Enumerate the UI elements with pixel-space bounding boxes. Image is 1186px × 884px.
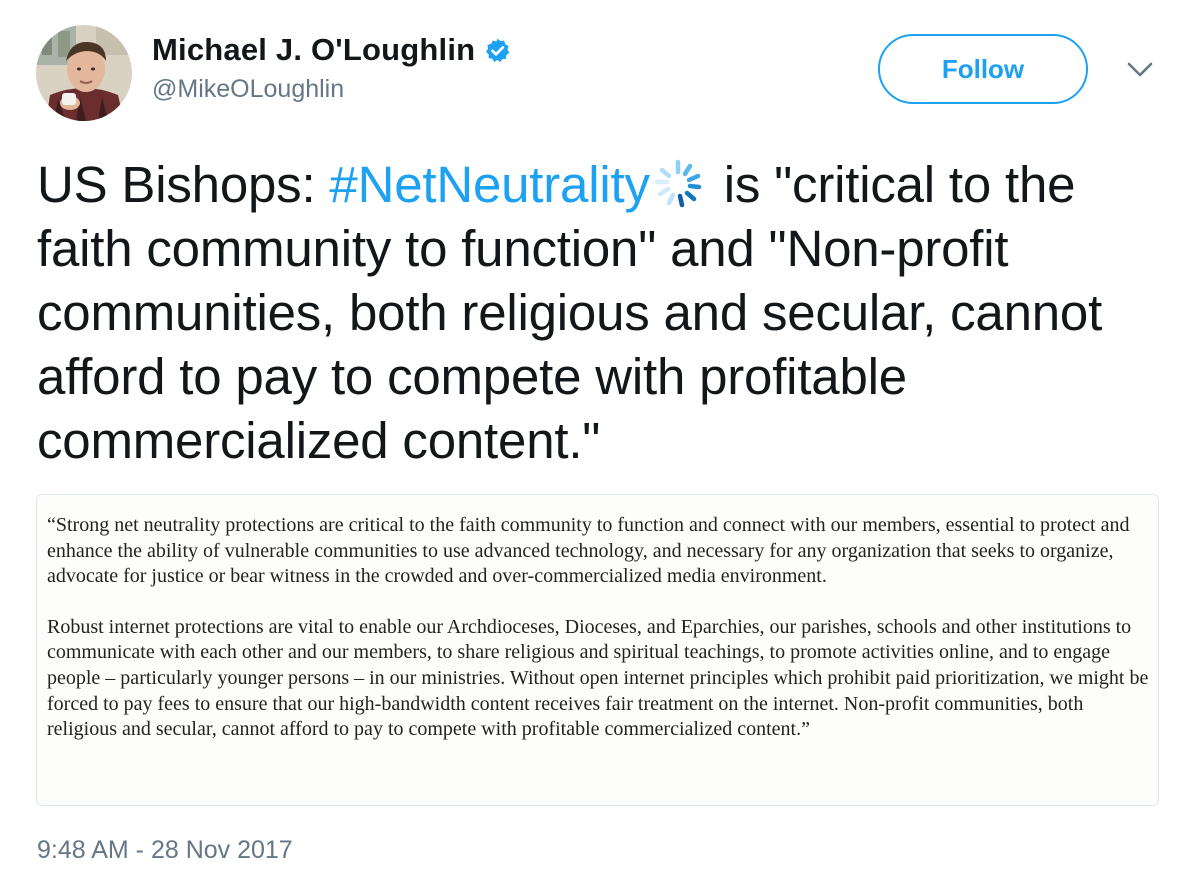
hashtag-link[interactable]: #NetNeutrality xyxy=(329,156,650,213)
chevron-down-icon[interactable] xyxy=(1124,58,1156,82)
tweet-timestamp[interactable]: 9:48 AM - 28 Nov 2017 xyxy=(37,836,293,865)
display-name[interactable]: Michael J. O'Loughlin xyxy=(152,32,475,68)
tweet-text-intro: US Bishops: xyxy=(37,156,330,213)
verified-badge-icon xyxy=(484,37,511,64)
follow-button[interactable]: Follow xyxy=(878,34,1088,104)
user-handle[interactable]: @MikeOLoughlin xyxy=(152,75,511,104)
statement-paragraph-2: Robust internet protections are vital to… xyxy=(47,615,1149,741)
tweet-container: Michael J. O'Loughlin @MikeOLoughlin Fol… xyxy=(0,0,1186,884)
user-block: Michael J. O'Loughlin @MikeOLoughlin xyxy=(152,28,511,104)
avatar[interactable] xyxy=(36,25,132,121)
avatar-photo xyxy=(36,25,132,121)
tweet-text: US Bishops: #NetNeutrality is "critical … xyxy=(37,153,1167,473)
statement-paragraph-1: “Strong net neutrality protections are c… xyxy=(47,514,1130,588)
quoted-statement: “Strong net neutrality protections are c… xyxy=(47,513,1152,743)
attached-image[interactable]: “Strong net neutrality protections are c… xyxy=(36,494,1159,806)
display-name-row: Michael J. O'Loughlin xyxy=(152,28,511,72)
loading-spinner-icon xyxy=(652,158,704,210)
